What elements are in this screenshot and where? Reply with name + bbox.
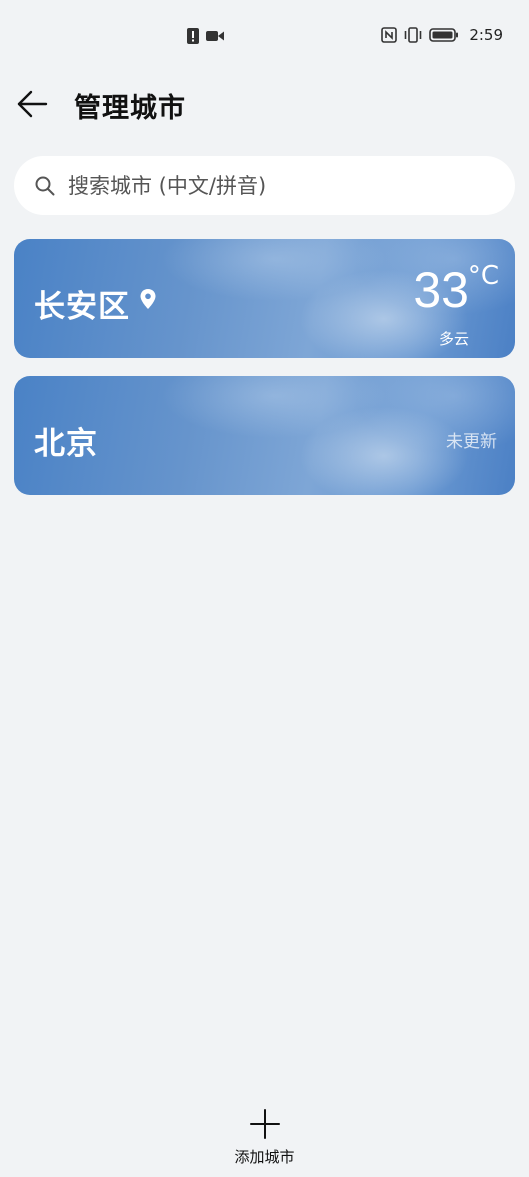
temperature-value: 33 bbox=[413, 262, 469, 318]
weather-condition: 多云 bbox=[438, 330, 469, 348]
location-pin-icon bbox=[140, 289, 156, 309]
page-title: 管理城市 bbox=[74, 93, 186, 124]
search-icon bbox=[35, 176, 55, 195]
back-button[interactable] bbox=[12, 84, 52, 124]
temperature-group: 33 °C bbox=[413, 261, 499, 319]
status-bar: 2:59 bbox=[0, 0, 529, 74]
temperature-unit: °C bbox=[467, 261, 499, 291]
city-card[interactable]: 北京 未更新 bbox=[14, 376, 515, 495]
status-bar-notifications bbox=[186, 28, 224, 44]
nfc-icon bbox=[381, 27, 398, 43]
plus-icon bbox=[249, 1109, 280, 1139]
city-name: 北京 bbox=[34, 426, 98, 462]
manage-cities-screen: 2:59 管理城市 长安区 33 °C 多云 bbox=[0, 0, 529, 1177]
city-name: 长安区 bbox=[34, 289, 130, 325]
status-time: 2:59 bbox=[469, 26, 503, 44]
add-city-label: 添加城市 bbox=[234, 1148, 295, 1166]
search-bar[interactable] bbox=[14, 156, 515, 215]
update-status: 未更新 bbox=[446, 432, 497, 452]
city-card-current[interactable]: 长安区 33 °C 多云 bbox=[14, 239, 515, 358]
status-bar-system: 2:59 bbox=[381, 26, 503, 44]
arrow-left-icon bbox=[17, 90, 48, 118]
vibrate-icon bbox=[405, 27, 422, 43]
alert-icon bbox=[187, 28, 199, 44]
add-city-button[interactable]: 添加城市 bbox=[0, 1108, 529, 1170]
video-icon bbox=[206, 31, 224, 41]
header: 管理城市 bbox=[0, 80, 529, 128]
search-input[interactable] bbox=[68, 173, 468, 198]
battery-icon bbox=[429, 28, 459, 42]
